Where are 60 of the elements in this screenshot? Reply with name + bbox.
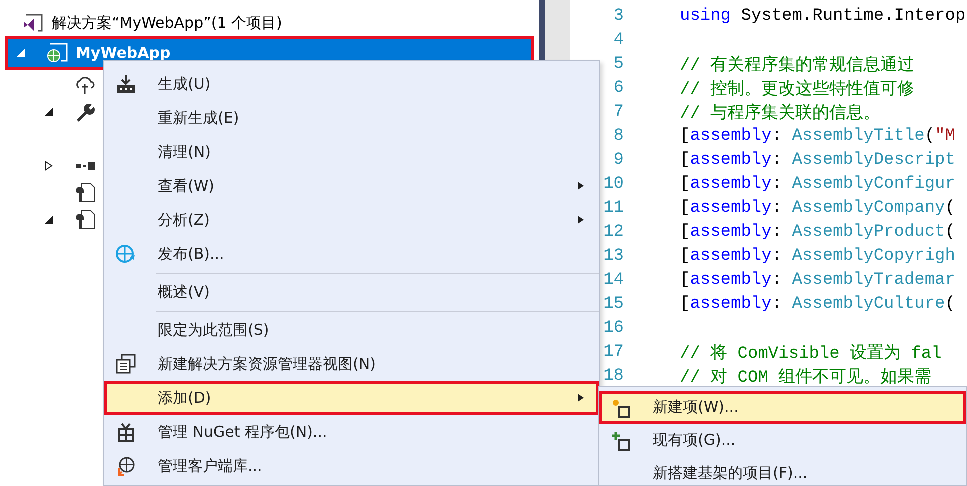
code-line: [assembly: AssemblyCulture(: [680, 294, 956, 314]
menu-item[interactable]: 概述(V): [104, 275, 599, 309]
menu-item[interactable]: 查看(W): [104, 169, 599, 203]
package-icon: [115, 421, 137, 443]
code-line: [assembly: AssemblyConfigur: [680, 174, 956, 194]
line-number: 15: [602, 294, 625, 314]
window-stack-icon: [115, 353, 137, 375]
line-number: 12: [602, 222, 625, 242]
code-line: // 有关程序集的常规信息通过: [680, 54, 915, 76]
menu-item[interactable]: 清理(N): [104, 135, 599, 169]
menu-item[interactable]: 管理客户端库...: [104, 449, 599, 483]
code-line: // 将 ComVisible 设置为 fal: [680, 343, 942, 364]
code-line: [assembly: AssemblyTitle("M: [680, 126, 956, 146]
library-icon: [115, 455, 137, 477]
menu-item[interactable]: 生成(U): [104, 67, 599, 101]
expanded-arrow-icon[interactable]: [44, 106, 54, 116]
line-number: 6: [612, 78, 625, 98]
line-number: 9: [612, 150, 625, 170]
cloud-icon: [74, 74, 96, 94]
line-number: 8: [612, 126, 625, 146]
line-number: 4: [612, 30, 625, 50]
line-number: 7: [612, 102, 625, 122]
globe-icon: [115, 243, 137, 265]
code-line: [assembly: AssemblyProduct(: [680, 222, 956, 242]
menu-item[interactable]: 管理 NuGet 程序包(N)...: [104, 415, 599, 449]
line-number: 14: [602, 270, 625, 290]
menu-item[interactable]: 分析(Z): [104, 203, 599, 237]
code-line: [assembly: AssemblyTrademar: [680, 270, 956, 290]
line-number: 10: [602, 174, 625, 194]
menu-item[interactable]: 限定为此范围(S): [104, 313, 599, 347]
web-project-icon: [46, 42, 70, 64]
code-line: [assembly: AssemblyDescript: [680, 150, 956, 170]
code-line: // 与程序集关联的信息。: [680, 102, 881, 124]
code-line: [assembly: AssemblyCompany(: [680, 198, 956, 218]
add-item-icon: [610, 430, 632, 452]
code-line: [assembly: AssemblyCopyrigh: [680, 246, 956, 266]
collapsed-arrow-icon[interactable]: [44, 160, 54, 170]
config-file-icon: [74, 210, 96, 230]
line-number: 16: [602, 318, 625, 338]
solution-label[interactable]: 解决方案“MyWebApp”(1 个项目): [52, 14, 282, 33]
line-number: 18: [602, 366, 625, 386]
line-number: 17: [602, 342, 625, 362]
menu-item[interactable]: 新搭建基架的项目(F)...: [599, 457, 966, 486]
solution-icon: [22, 12, 46, 34]
menu-item[interactable]: 现有项(G)...: [599, 424, 966, 457]
build-icon: [115, 73, 137, 95]
expanded-arrow-icon[interactable]: [44, 214, 54, 224]
line-number: 3: [612, 6, 625, 26]
code-line: // 对 COM 组件不可见。如果需: [680, 367, 932, 388]
menu-item[interactable]: 添加(D): [104, 381, 599, 415]
line-number: 5: [612, 54, 625, 74]
code-line: using System.Runtime.Interop: [680, 6, 966, 26]
menu-item[interactable]: 新建项(W)...: [599, 391, 966, 424]
code-line: // 控制。更改这些特性值可修: [680, 78, 915, 100]
line-number: 11: [602, 198, 625, 218]
config-file-icon: [74, 182, 96, 202]
line-number: 13: [602, 246, 625, 266]
menu-item[interactable]: 发布(B)...: [104, 237, 599, 271]
menu-item[interactable]: 新建解决方案资源管理器视图(N): [104, 347, 599, 381]
menu-item[interactable]: 重新生成(E): [104, 101, 599, 135]
